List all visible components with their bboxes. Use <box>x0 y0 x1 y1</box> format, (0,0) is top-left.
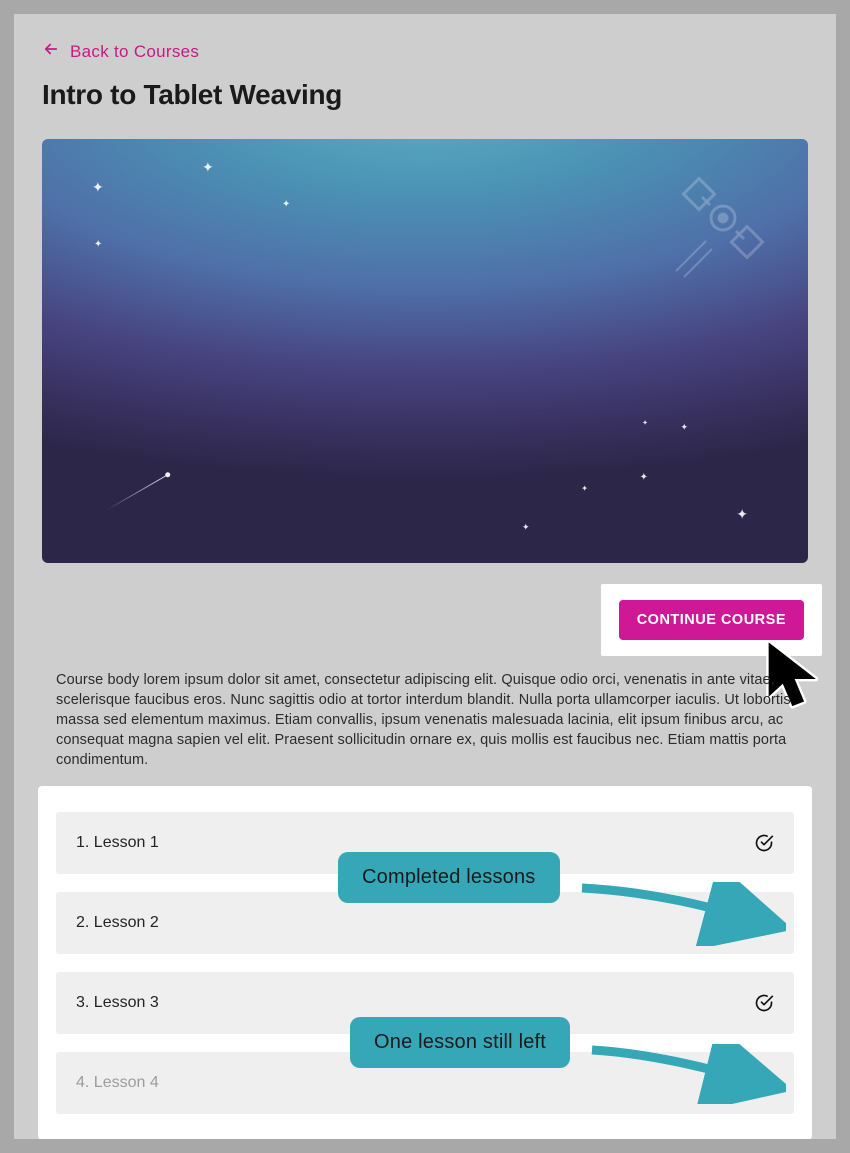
check-circle-icon <box>754 833 774 853</box>
course-description: Course body lorem ipsum dolor sit amet, … <box>56 670 794 770</box>
annotation-remaining: One lesson still left <box>350 1017 570 1068</box>
cta-container: CONTINUE COURSE <box>601 584 822 656</box>
annotation-arrow-icon <box>580 882 786 946</box>
lesson-label: 1. Lesson 1 <box>76 834 159 852</box>
check-circle-icon <box>754 993 774 1013</box>
back-link-label: Back to Courses <box>70 42 199 62</box>
back-to-courses-link[interactable]: Back to Courses <box>42 40 199 63</box>
satellite-icon <box>666 161 786 286</box>
continue-course-button[interactable]: CONTINUE COURSE <box>619 600 804 640</box>
arrow-left-icon <box>42 40 60 63</box>
annotation-arrow-icon <box>590 1044 786 1104</box>
annotation-completed: Completed lessons <box>338 852 560 903</box>
lesson-label: 4. Lesson 4 <box>76 1074 159 1092</box>
course-hero-image: ✦ ✦ ✦ ✦ ✦ ✦ ✦ ✦ ✦ ✦ <box>42 139 808 563</box>
course-page: Back to Courses Intro to Tablet Weaving … <box>14 14 836 1139</box>
page-inner: Back to Courses Intro to Tablet Weaving … <box>14 14 836 563</box>
lesson-label: 2. Lesson 2 <box>76 914 159 932</box>
lesson-label: 3. Lesson 3 <box>76 994 159 1012</box>
course-title: Intro to Tablet Weaving <box>42 79 808 111</box>
